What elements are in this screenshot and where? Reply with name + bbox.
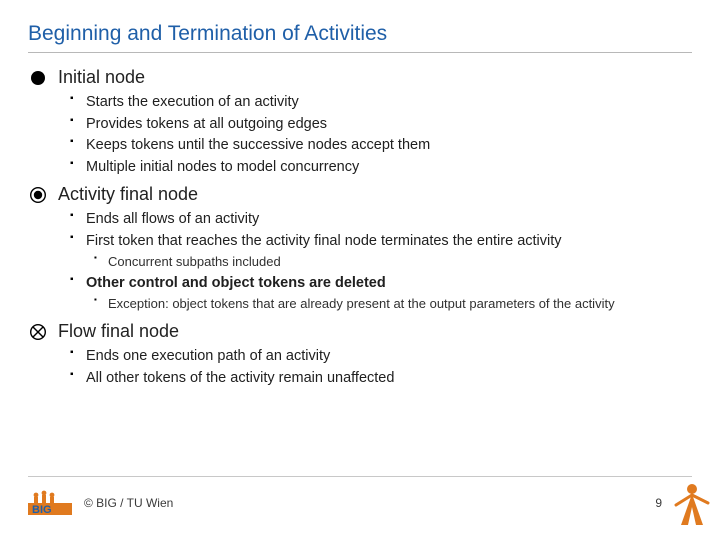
footer: BIG © BIG / TU Wien 9	[28, 476, 692, 520]
sub-bullet-list: Exception: object tokens that are alread…	[86, 294, 692, 314]
list-item: Provides tokens at all outgoing edges	[86, 114, 692, 136]
section-head: Initial node	[28, 67, 692, 88]
slide: Beginning and Termination of Activities …	[0, 0, 720, 540]
bullet-list: Starts the execution of an activity Prov…	[28, 92, 692, 178]
section-label: Flow final node	[58, 321, 179, 342]
list-item: Keeps tokens until the successive nodes …	[86, 135, 692, 157]
section-head: Flow final node	[28, 321, 692, 342]
page-number: 9	[655, 496, 662, 510]
list-item: Concurrent subpaths included	[108, 252, 692, 272]
list-item: Other control and object tokens are dele…	[86, 273, 692, 315]
activity-final-node-icon	[28, 187, 48, 203]
list-item: Starts the execution of an activity	[86, 92, 692, 114]
list-item: First token that reaches the activity fi…	[86, 231, 692, 273]
list-item-text: Other control and object tokens are dele…	[86, 275, 386, 291]
bullet-list: Ends all flows of an activity First toke…	[28, 209, 692, 315]
big-logo-icon: BIG	[28, 485, 72, 520]
section-label: Initial node	[58, 67, 145, 88]
section-flow-final-node: Flow final node Ends one execution path …	[28, 321, 692, 389]
footer-left: BIG © BIG / TU Wien	[28, 485, 173, 520]
svg-text:BIG: BIG	[32, 504, 52, 515]
page-title: Beginning and Termination of Activities	[28, 22, 692, 53]
section-head: Activity final node	[28, 184, 692, 205]
person-icon	[674, 481, 710, 534]
list-item-text: First token that reaches the activity fi…	[86, 233, 562, 249]
list-item: Ends all flows of an activity	[86, 209, 692, 231]
section-initial-node: Initial node Starts the execution of an …	[28, 67, 692, 178]
section-label: Activity final node	[58, 184, 198, 205]
list-item: Multiple initial nodes to model concurre…	[86, 157, 692, 179]
list-item: Ends one execution path of an activity	[86, 346, 692, 368]
flow-final-node-icon	[28, 324, 48, 340]
copyright-text: © BIG / TU Wien	[84, 496, 173, 510]
list-item: All other tokens of the activity remain …	[86, 368, 692, 390]
initial-node-icon	[28, 70, 48, 86]
sub-bullet-list: Concurrent subpaths included	[86, 252, 692, 272]
section-activity-final-node: Activity final node Ends all flows of an…	[28, 184, 692, 315]
list-item: Exception: object tokens that are alread…	[108, 294, 692, 314]
bullet-list: Ends one execution path of an activity A…	[28, 346, 692, 389]
